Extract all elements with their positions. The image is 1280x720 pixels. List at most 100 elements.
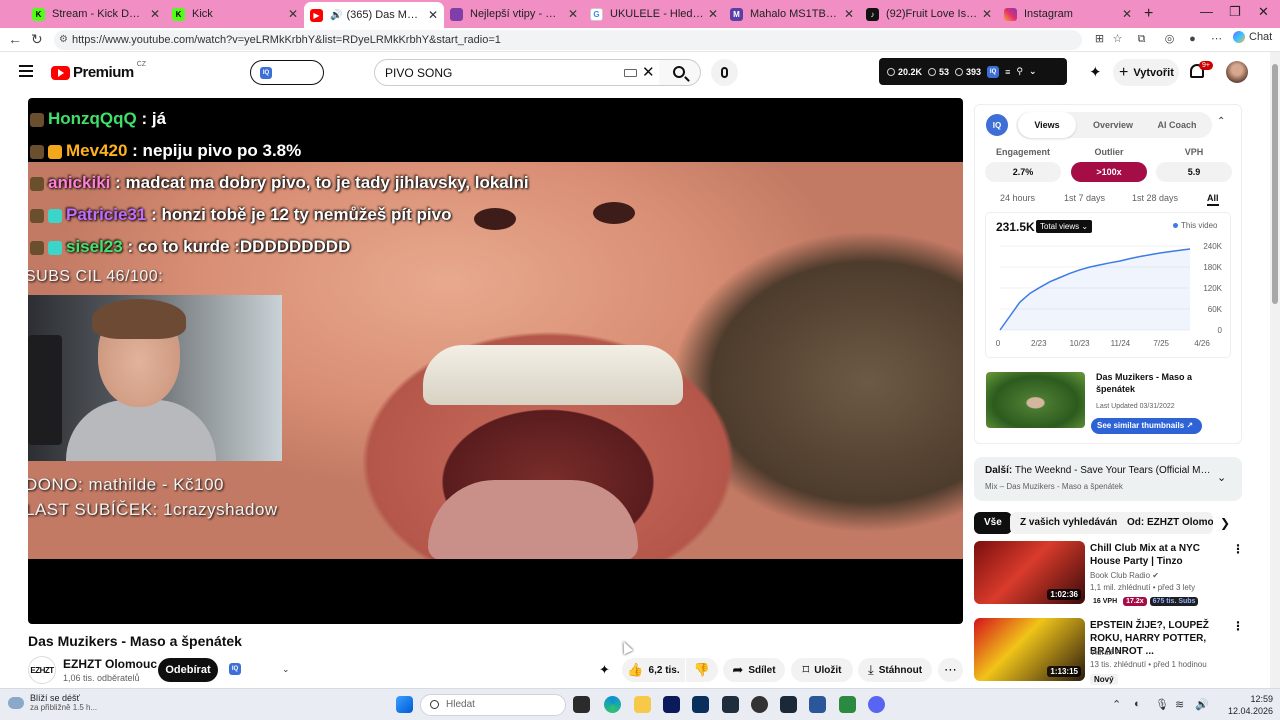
recommended-video[interactable]: 1:13:15 EPSTEIN ŽIJE?, LOUPEŽ ROKU, HARR… (974, 618, 1244, 688)
browser-tab[interactable]: M Mahalo MS1TBK Transparen ✕ (724, 3, 860, 25)
chevron-down-icon[interactable]: ⌄ (1217, 471, 1226, 484)
create-button[interactable]: + Vytvořit (1113, 59, 1179, 86)
list-icon[interactable]: ≡ (1005, 67, 1010, 77)
copilot-chat-button[interactable]: Chat (1233, 31, 1272, 43)
profile-icon[interactable]: ● (1186, 33, 1199, 46)
vidiq-icon[interactable]: IQ (229, 663, 241, 675)
vidiq-pill-button[interactable]: IQ (250, 60, 324, 85)
chevron-up-icon[interactable]: ⌃ (1217, 116, 1225, 127)
discord-icon[interactable] (868, 696, 885, 713)
keyboard-icon[interactable] (624, 69, 637, 77)
close-icon[interactable]: ✕ (150, 7, 160, 21)
chip-from-channel[interactable]: Od: EZHZT Olomouc (1117, 512, 1213, 534)
close-icon[interactable]: ✕ (844, 7, 854, 21)
premiere-icon[interactable] (663, 696, 680, 713)
close-icon[interactable]: ✕ (982, 7, 992, 21)
new-tab-icon[interactable]: + (1144, 5, 1153, 23)
rec-channel[interactable]: Vidrail ✔ (1090, 648, 1121, 657)
wifi-icon[interactable]: ≋ (1175, 698, 1184, 711)
tray-icon[interactable]: ◐ (1134, 698, 1141, 710)
maximize-icon[interactable]: ❐ (1229, 4, 1241, 20)
channel-name[interactable]: EZHZT Olomouc (63, 657, 157, 671)
range-7d[interactable]: 1st 7 days (1064, 193, 1105, 203)
browser-tab[interactable]: Nejlepší vtipy - NTX.cz - stra ✕ (444, 3, 584, 25)
chip-from-searches[interactable]: Z vašich vyhledávání (1010, 512, 1131, 534)
video-thumbnail[interactable] (986, 372, 1085, 428)
video-thumbnail[interactable]: 1:02:36 (974, 541, 1085, 604)
file-explorer-icon[interactable] (634, 696, 651, 713)
tray-chevron-icon[interactable]: ⌃ (1112, 698, 1121, 711)
more-vert-icon[interactable]: ⋮ (1232, 542, 1244, 556)
similar-thumbnails-button[interactable]: See similar thumbnails ↗ (1091, 418, 1202, 434)
extension-icon[interactable]: ✦ (599, 662, 610, 678)
video-thumbnail[interactable]: 1:13:15 (974, 618, 1085, 681)
subscribe-button[interactable]: Odebírat (158, 658, 218, 682)
taskbar-search[interactable]: Hledat (420, 694, 566, 716)
url-field[interactable]: ⚙ https://www.youtube.com/watch?v=yeLRMk… (54, 30, 1082, 50)
hamburger-menu-icon[interactable] (19, 65, 33, 77)
share-button[interactable]: ➦ Sdílet (723, 658, 785, 682)
recommended-video[interactable]: 1:02:36 Chill Club Mix at a NYC House Pa… (974, 541, 1244, 611)
extensions-icon[interactable]: ⧉ (1135, 33, 1148, 46)
chevron-right-icon[interactable]: ❯ (1220, 516, 1230, 530)
windows-start-icon[interactable] (396, 696, 413, 713)
clear-search-icon[interactable]: ✕ (642, 63, 655, 81)
tab-views[interactable]: Views (1018, 112, 1076, 138)
close-icon[interactable]: ✕ (708, 7, 718, 21)
photoshop-icon[interactable] (692, 696, 709, 713)
youtube-logo[interactable]: Premium CZ (51, 61, 146, 81)
browser-tab[interactable]: K Kick ✕ (166, 3, 304, 25)
minimize-icon[interactable]: — (1200, 4, 1213, 19)
translate-icon[interactable]: ⊞ (1093, 33, 1106, 46)
steam-icon[interactable] (780, 696, 797, 713)
speaker-icon[interactable]: 🔊 (330, 10, 342, 21)
close-icon[interactable]: ✕ (568, 7, 578, 21)
voice-search-button[interactable] (711, 59, 738, 86)
scrollbar-thumb[interactable] (1272, 64, 1278, 304)
page-scrollbar[interactable] (1270, 52, 1280, 688)
tab-ai-coach[interactable]: AI Coach (1146, 112, 1208, 138)
rec-channel[interactable]: Book Club Radio ✔ (1090, 571, 1159, 580)
playlist-next-panel[interactable]: Další: The Weeknd - Save Your Tears (Off… (974, 457, 1242, 501)
menu-icon[interactable]: ⋯ (1210, 33, 1223, 46)
extension-icon[interactable]: ◎ (1163, 33, 1176, 46)
range-28d[interactable]: 1st 28 days (1132, 193, 1178, 203)
window-close-icon[interactable]: ✕ (1258, 4, 1269, 20)
back-icon[interactable]: ← (8, 31, 22, 47)
volume-icon[interactable]: 🔊 (1195, 698, 1209, 711)
range-24h[interactable]: 24 hours (1000, 193, 1035, 203)
clock[interactable]: 12:59 12.04.2026 (1228, 693, 1273, 717)
more-actions-button[interactable]: ⋯ (938, 658, 963, 682)
close-icon[interactable]: ✕ (1122, 7, 1132, 21)
app-icon[interactable] (839, 696, 856, 713)
rocket-icon[interactable]: ⚲ (1016, 66, 1023, 77)
search-input[interactable]: PIVO SONG ✕ (374, 59, 660, 86)
channel-avatar[interactable]: EZHZT (28, 656, 56, 684)
save-button[interactable]: ⌑ Uložit (791, 658, 853, 682)
vidiq-stats-bar[interactable]: 20.2K 53 393 IQ ≡ ⚲ ⌄ (879, 58, 1067, 85)
chevron-down-icon[interactable]: ⌄ (1029, 66, 1037, 77)
close-icon[interactable]: ✕ (288, 7, 298, 21)
app-icon[interactable] (722, 696, 739, 713)
extension-puzzle-icon[interactable]: ✦ (1089, 63, 1102, 81)
tab-overview[interactable]: Overview (1082, 112, 1144, 138)
browser-tab[interactable]: ♪ (92)Fruit Love Island: All Epi ✕ (860, 3, 998, 25)
like-button[interactable]: 👍 6,2 tis. (622, 658, 685, 682)
site-info-icon[interactable]: ⚙ (59, 34, 68, 45)
dislike-button[interactable]: 👎 (686, 658, 718, 682)
browser-tab[interactable]: Instagram ✕ (998, 3, 1138, 25)
reload-icon[interactable]: ↻ (31, 31, 43, 48)
weather-widget[interactable]: Blíží se déšť za přibližně 1.5 h... (8, 693, 97, 712)
browser-tab-active[interactable]: ▶ 🔊 (365) Das Muzikers - M ✕ (304, 2, 444, 28)
task-view-icon[interactable] (573, 696, 590, 713)
edge-icon[interactable] (604, 696, 621, 713)
more-vert-icon[interactable]: ⋮ (1232, 619, 1244, 633)
browser-tab[interactable]: G UKULELE - Hledat Googlem ✕ (584, 3, 724, 25)
range-all[interactable]: All (1207, 193, 1219, 206)
bookmark-star-icon[interactable]: ☆ (1111, 33, 1124, 46)
chip-all[interactable]: Vše (974, 512, 1012, 534)
microphone-tray-icon[interactable]: 🎙 (1155, 698, 1169, 711)
avatar[interactable] (1226, 61, 1248, 83)
obs-icon[interactable] (751, 696, 768, 713)
word-icon[interactable] (809, 696, 826, 713)
